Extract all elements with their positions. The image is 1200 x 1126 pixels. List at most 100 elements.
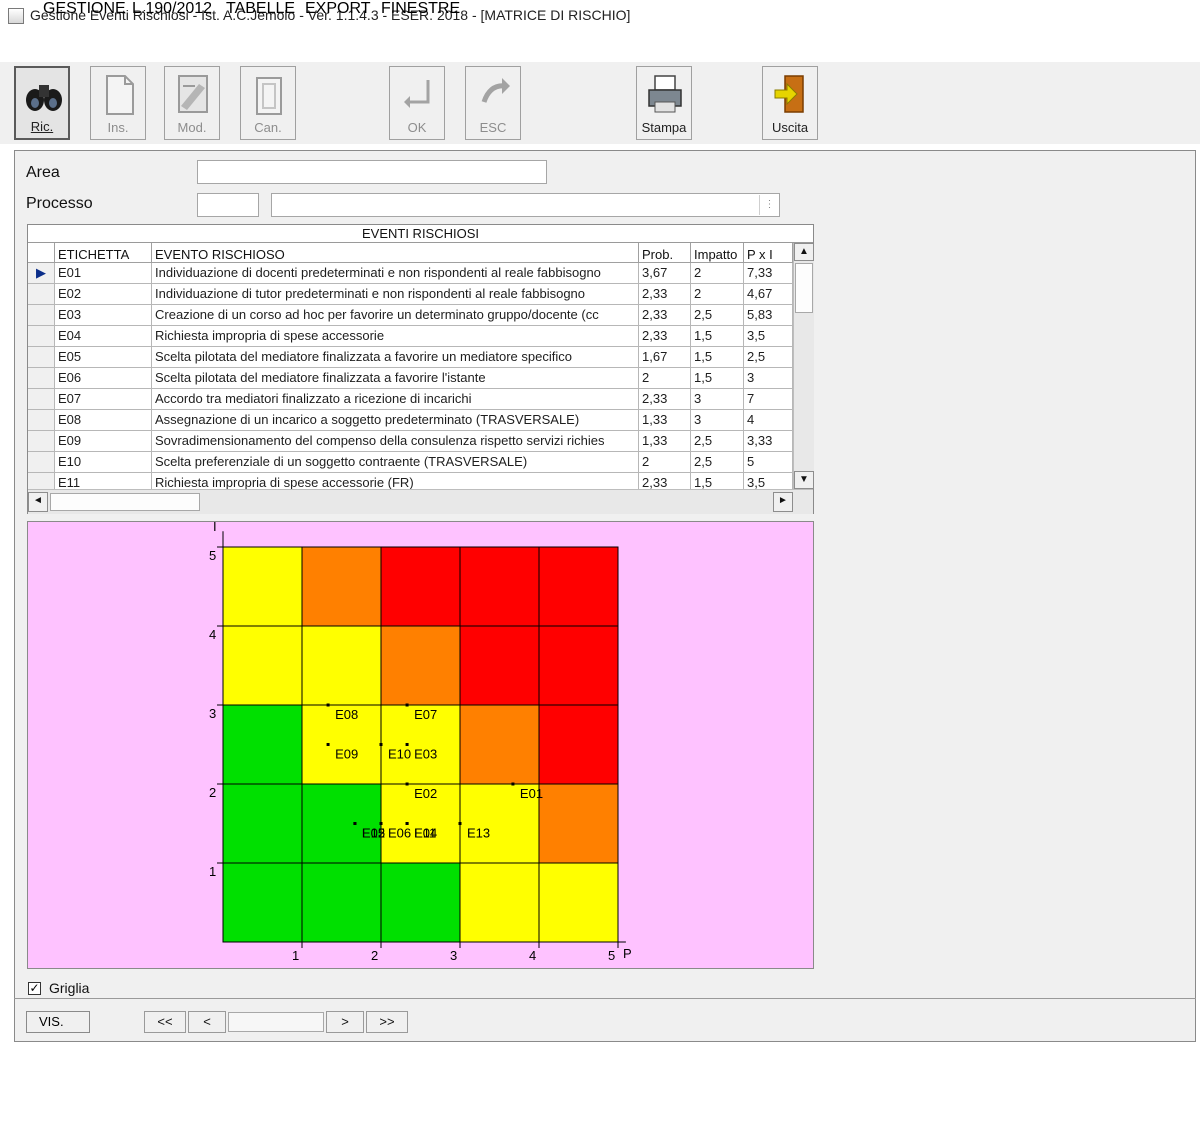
cell-evento[interactable]: Sovradimensionamento del compenso della … xyxy=(152,431,639,452)
cell-impatto[interactable]: 1,5 xyxy=(691,326,744,347)
row-indicator[interactable] xyxy=(28,347,55,368)
cell-pxi[interactable]: 3,33 xyxy=(744,431,793,452)
cell-evento[interactable]: Individuazione di tutor predeterminati e… xyxy=(152,284,639,305)
cell-etichetta[interactable]: E03 xyxy=(55,305,152,326)
row-indicator[interactable] xyxy=(28,284,55,305)
cell-pxi[interactable]: 5,83 xyxy=(744,305,793,326)
grid-vertical-scrollbar[interactable]: ▲ ▼ xyxy=(793,243,814,489)
nav-scroll-track[interactable] xyxy=(228,1012,324,1032)
cell-evento[interactable]: Assegnazione di un incarico a soggetto p… xyxy=(152,410,639,431)
vertical-scroll-thumb[interactable] xyxy=(795,263,813,313)
print-button[interactable]: Stampa xyxy=(636,66,692,140)
cell-prob[interactable]: 1,33 xyxy=(639,431,691,452)
cell-prob[interactable]: 2,33 xyxy=(639,284,691,305)
grid-horizontal-scrollbar[interactable]: ◄ ► xyxy=(28,489,813,514)
cell-pxi[interactable]: 4,67 xyxy=(744,284,793,305)
menu-export[interactable]: EXPORT xyxy=(305,0,371,18)
area-input[interactable] xyxy=(197,160,547,184)
menu-tabelle[interactable]: TABELLE xyxy=(226,0,295,18)
row-indicator[interactable] xyxy=(28,389,55,410)
cell-prob[interactable]: 3,67 xyxy=(639,263,691,284)
column-header-evento[interactable]: EVENTO RISCHIOSO xyxy=(152,243,639,263)
cell-pxi[interactable]: 3 xyxy=(744,368,793,389)
cell-pxi[interactable]: 5 xyxy=(744,452,793,473)
cell-impatto[interactable]: 3 xyxy=(691,389,744,410)
cell-prob[interactable]: 1,67 xyxy=(639,347,691,368)
matrix-cell xyxy=(459,625,540,706)
cell-etichetta[interactable]: E01 xyxy=(55,263,152,284)
row-indicator[interactable] xyxy=(28,305,55,326)
processo-description-input[interactable] xyxy=(271,193,780,217)
cell-pxi[interactable]: 3,5 xyxy=(744,326,793,347)
horizontal-scroll-thumb[interactable] xyxy=(50,493,200,511)
cell-etichetta[interactable]: E09 xyxy=(55,431,152,452)
cell-etichetta[interactable]: E08 xyxy=(55,410,152,431)
cell-etichetta[interactable]: E06 xyxy=(55,368,152,389)
scroll-left-button[interactable]: ◄ xyxy=(28,492,48,512)
insert-button[interactable]: Ins. xyxy=(90,66,146,140)
cell-evento[interactable]: Richiesta impropria di spese accessorie xyxy=(152,326,639,347)
menu-gestione[interactable]: GESTIONE xyxy=(43,0,126,18)
cell-etichetta[interactable]: E02 xyxy=(55,284,152,305)
scroll-right-button[interactable]: ► xyxy=(773,492,793,512)
row-indicator[interactable] xyxy=(28,452,55,473)
column-header-prob[interactable]: Prob. xyxy=(639,243,691,263)
cell-pxi[interactable]: 4 xyxy=(744,410,793,431)
menu-l190[interactable]: L.190/2012 xyxy=(132,0,212,18)
search-button[interactable]: Ric. xyxy=(14,66,70,140)
row-indicator[interactable] xyxy=(28,368,55,389)
cell-impatto[interactable]: 3 xyxy=(691,410,744,431)
cell-prob[interactable]: 2,33 xyxy=(639,326,691,347)
cell-impatto[interactable]: 2,5 xyxy=(691,305,744,326)
nav-prev-button[interactable]: < xyxy=(188,1011,226,1033)
scroll-down-button[interactable]: ▼ xyxy=(794,471,814,489)
escape-button[interactable]: ESC xyxy=(465,66,521,140)
processo-spin-icon[interactable]: ⋮ xyxy=(759,195,779,215)
cell-impatto[interactable]: 2,5 xyxy=(691,452,744,473)
processo-code-input[interactable] xyxy=(197,193,259,217)
menu-finestre[interactable]: FINESTRE xyxy=(381,0,460,18)
y-tick-label: 1 xyxy=(209,864,216,879)
cell-impatto[interactable]: 1,5 xyxy=(691,347,744,368)
column-header-impatto[interactable]: Impatto xyxy=(691,243,744,263)
data-point-label: E12 xyxy=(362,826,385,841)
cell-etichetta[interactable]: E05 xyxy=(55,347,152,368)
cell-impatto[interactable]: 1,5 xyxy=(691,368,744,389)
nav-next-button[interactable]: > xyxy=(326,1011,364,1033)
column-header-etichetta[interactable]: ETICHETTA xyxy=(55,243,152,263)
cell-impatto[interactable]: 2 xyxy=(691,263,744,284)
griglia-checkbox[interactable]: ✓ xyxy=(28,982,41,995)
cell-impatto[interactable]: 2,5 xyxy=(691,431,744,452)
cell-evento[interactable]: Creazione di un corso ad hoc per favorir… xyxy=(152,305,639,326)
cell-evento[interactable]: Accordo tra mediatori finalizzato a rice… xyxy=(152,389,639,410)
cell-prob[interactable]: 1,33 xyxy=(639,410,691,431)
cell-evento[interactable]: Scelta pilotata del mediatore finalizzat… xyxy=(152,347,639,368)
cell-pxi[interactable]: 7 xyxy=(744,389,793,410)
cell-impatto[interactable]: 2 xyxy=(691,284,744,305)
cell-pxi[interactable]: 7,33 xyxy=(744,263,793,284)
cell-etichetta[interactable]: E04 xyxy=(55,326,152,347)
modify-button[interactable]: Mod. xyxy=(164,66,220,140)
row-indicator[interactable] xyxy=(28,326,55,347)
cancel-record-button[interactable]: Can. xyxy=(240,66,296,140)
exit-button[interactable]: Uscita xyxy=(762,66,818,140)
nav-first-button[interactable]: << xyxy=(144,1011,186,1033)
cell-evento[interactable]: Scelta preferenziale di un soggetto cont… xyxy=(152,452,639,473)
row-indicator[interactable]: ▶ xyxy=(28,263,55,284)
cell-prob[interactable]: 2,33 xyxy=(639,305,691,326)
data-point xyxy=(511,782,515,786)
cell-evento[interactable]: Scelta pilotata del mediatore finalizzat… xyxy=(152,368,639,389)
row-indicator[interactable] xyxy=(28,410,55,431)
cell-prob[interactable]: 2,33 xyxy=(639,389,691,410)
cell-prob[interactable]: 2 xyxy=(639,368,691,389)
ok-button[interactable]: OK xyxy=(389,66,445,140)
cell-etichetta[interactable]: E07 xyxy=(55,389,152,410)
cell-pxi[interactable]: 2,5 xyxy=(744,347,793,368)
scroll-up-button[interactable]: ▲ xyxy=(794,243,814,261)
cell-prob[interactable]: 2 xyxy=(639,452,691,473)
cell-etichetta[interactable]: E10 xyxy=(55,452,152,473)
column-header-pxi[interactable]: P x I xyxy=(744,243,793,263)
cell-evento[interactable]: Individuazione di docenti predeterminati… xyxy=(152,263,639,284)
nav-last-button[interactable]: >> xyxy=(366,1011,408,1033)
row-indicator[interactable] xyxy=(28,431,55,452)
